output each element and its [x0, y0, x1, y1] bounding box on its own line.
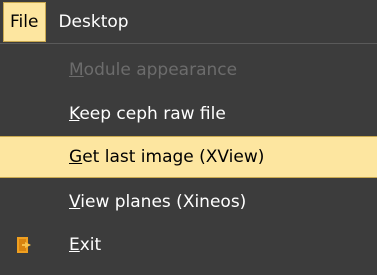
menu-item-view-planes[interactable]: View planes (Xineos)	[0, 181, 377, 223]
menu-item-keep-ceph-raw-file[interactable]: Keep ceph raw file	[0, 93, 377, 135]
exit-door-icon	[17, 237, 31, 253]
menu-item-get-last-image[interactable]: Get last image (XView)	[0, 136, 377, 178]
file-dropdown-menu: Module appearance Keep ceph raw file Get…	[0, 43, 377, 275]
menu-item-label: Keep ceph raw file	[69, 104, 226, 124]
menu-item-label: Module appearance	[69, 60, 238, 80]
menu-desktop[interactable]: Desktop	[46, 2, 136, 42]
menu-item-label: Get last image (XView)	[69, 147, 265, 167]
menu-file[interactable]: File	[3, 2, 47, 42]
menu-item-label: View planes (Xineos)	[69, 192, 247, 212]
menu-item-label: Exit	[69, 235, 102, 255]
menu-item-exit[interactable]: Exit	[0, 224, 377, 266]
menu-bar: File Desktop	[0, 0, 377, 43]
menu-item-module-appearance[interactable]: Module appearance	[0, 49, 377, 91]
